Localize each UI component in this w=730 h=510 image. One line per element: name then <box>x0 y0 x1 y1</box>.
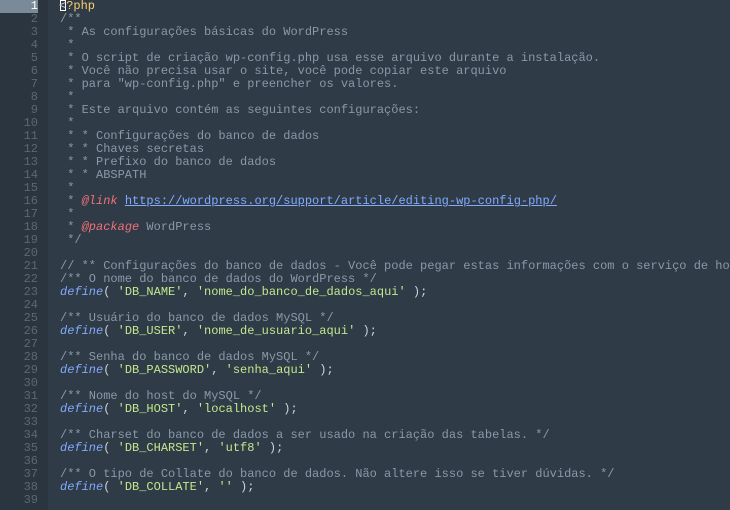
token: define <box>60 324 103 338</box>
code-line[interactable]: define( 'DB_USER', 'nome_de_usuario_aqui… <box>60 325 730 338</box>
code-line[interactable]: * As configurações básicas do WordPress <box>60 26 730 39</box>
token: * * ABSPATH <box>60 168 146 182</box>
token: ( <box>103 480 117 494</box>
token: 'DB_CHARSET' <box>118 441 204 455</box>
token: * Este arquivo contém as seguintes confi… <box>60 103 420 117</box>
token: 'senha_aqui' <box>226 363 312 377</box>
token: , <box>182 402 196 416</box>
code-line[interactable]: */ <box>60 234 730 247</box>
token: // ** Configurações do banco de dados - … <box>60 259 730 273</box>
token: 'nome_de_usuario_aqui' <box>197 324 355 338</box>
token: * <box>60 181 74 195</box>
line-number: 39 <box>0 494 38 507</box>
token: , <box>211 363 225 377</box>
token: ); <box>312 363 334 377</box>
token: ); <box>262 441 284 455</box>
token: , <box>204 441 218 455</box>
token: /** <box>60 12 82 26</box>
code-line[interactable]: define( 'DB_CHARSET', 'utf8' ); <box>60 442 730 455</box>
line-number-gutter: 1234567891011121314151617181920212223242… <box>0 0 48 510</box>
token: ); <box>355 324 377 338</box>
token: /** Senha do banco de dados MySQL */ <box>60 350 319 364</box>
token: define <box>60 285 103 299</box>
code-line[interactable]: * Este arquivo contém as seguintes confi… <box>60 104 730 117</box>
code-editor[interactable]: <?php/** * As configurações básicas do W… <box>48 0 730 510</box>
code-line[interactable]: define( 'DB_COLLATE', '' ); <box>60 481 730 494</box>
token: ( <box>103 402 117 416</box>
token: ); <box>406 285 428 299</box>
token: define <box>60 441 103 455</box>
code-line[interactable]: * @link https://wordpress.org/support/ar… <box>60 195 730 208</box>
token: * <box>60 38 74 52</box>
token: ); <box>276 402 298 416</box>
token: @package <box>82 220 140 234</box>
code-line[interactable]: <?php <box>60 0 730 13</box>
token: ( <box>103 363 117 377</box>
token: https://wordpress.org/support/article/ed… <box>125 194 557 208</box>
code-line[interactable]: define( 'DB_NAME', 'nome_do_banco_de_dad… <box>60 286 730 299</box>
token: WordPress <box>139 220 211 234</box>
token: 'DB_COLLATE' <box>118 480 204 494</box>
token: * <box>60 194 82 208</box>
token: */ <box>60 233 82 247</box>
token: define <box>60 363 103 377</box>
token: /** Nome do host do MySQL */ <box>60 389 262 403</box>
code-line[interactable]: * @package WordPress <box>60 221 730 234</box>
token: * para "wp-config.php" e preencher os va… <box>60 77 398 91</box>
token: 'DB_PASSWORD' <box>118 363 212 377</box>
token: /** O tipo de Collate do banco de dados.… <box>60 467 615 481</box>
token: 'utf8' <box>218 441 261 455</box>
code-line[interactable]: define( 'DB_HOST', 'localhost' ); <box>60 403 730 416</box>
code-line[interactable]: * para "wp-config.php" e preencher os va… <box>60 78 730 91</box>
token: 'DB_HOST' <box>118 402 183 416</box>
token: ( <box>103 285 117 299</box>
token: * <box>60 90 74 104</box>
token: define <box>60 480 103 494</box>
token: '' <box>218 480 232 494</box>
token: * * Chaves secretas <box>60 142 204 156</box>
token: /** O nome do banco de dados do WordPres… <box>60 272 377 286</box>
code-line[interactable]: * * ABSPATH <box>60 169 730 182</box>
code-line[interactable] <box>60 494 730 507</box>
token: * * Prefixo do banco de dados <box>60 155 276 169</box>
token: /** Usuário do banco de dados MySQL */ <box>60 311 334 325</box>
token: 'DB_USER' <box>118 324 183 338</box>
token: ( <box>103 324 117 338</box>
token: ( <box>103 441 117 455</box>
token: * <box>60 207 74 221</box>
token: * <box>60 220 82 234</box>
token: , <box>182 324 196 338</box>
token: 'DB_NAME' <box>118 285 183 299</box>
token: , <box>204 480 218 494</box>
token: * * Configurações do banco de dados <box>60 129 319 143</box>
token: 'nome_do_banco_de_dados_aqui' <box>197 285 406 299</box>
token: * Você não precisa usar o site, você pod… <box>60 64 506 78</box>
token: * As configurações básicas do WordPress <box>60 25 348 39</box>
token: /** Charset do banco de dados a ser usad… <box>60 428 550 442</box>
code-line[interactable]: * * Prefixo do banco de dados <box>60 156 730 169</box>
token: 'localhost' <box>197 402 276 416</box>
token: define <box>60 402 103 416</box>
token: * <box>60 116 74 130</box>
code-line[interactable]: define( 'DB_PASSWORD', 'senha_aqui' ); <box>60 364 730 377</box>
token: , <box>182 285 196 299</box>
token <box>118 194 125 208</box>
token: @link <box>82 194 118 208</box>
token: * O script de criação wp-config.php usa … <box>60 51 600 65</box>
token: ); <box>233 480 255 494</box>
